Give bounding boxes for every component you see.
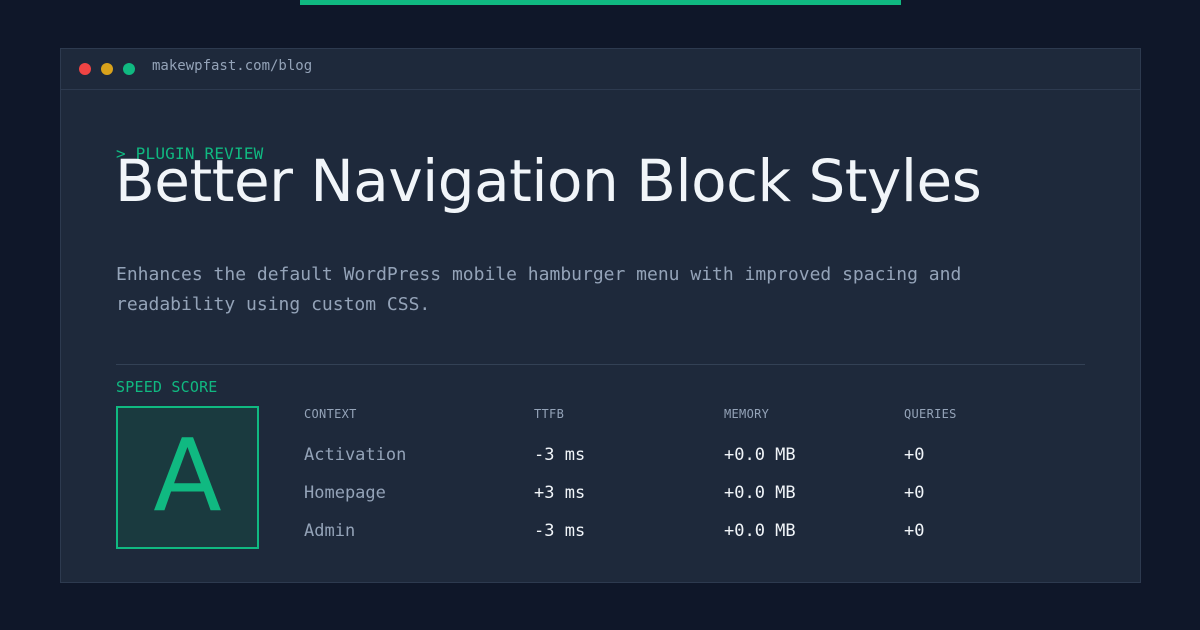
maximize-dot-icon: [123, 63, 135, 75]
close-dot-icon: [79, 63, 91, 75]
row-memory: +0.0 MB: [724, 521, 796, 541]
post-title: Better Navigation Block Styles: [115, 147, 982, 215]
row-ttfb: +3 ms: [534, 483, 586, 503]
row-queries: +0: [904, 445, 925, 465]
column-header-context: CONTEXT: [304, 407, 357, 421]
minimize-dot-icon: [101, 63, 113, 75]
row-memory: +0.0 MB: [724, 445, 796, 465]
row-context: Admin: [304, 521, 356, 541]
section-divider: [116, 364, 1085, 365]
row-ttfb: -3 ms: [534, 521, 586, 541]
row-context: Homepage: [304, 483, 386, 503]
speed-score-label: SPEED SCORE: [116, 378, 218, 396]
url-text: makewpfast.com/blog: [152, 58, 313, 74]
window-titlebar: makewpfast.com/blog: [61, 49, 1140, 90]
row-ttfb: -3 ms: [534, 445, 586, 465]
row-queries: +0: [904, 521, 925, 541]
row-context: Activation: [304, 445, 407, 465]
column-header-queries: QUERIES: [904, 407, 957, 421]
column-header-memory: MEMORY: [724, 407, 770, 421]
browser-window: makewpfast.com/blog > PLUGIN REVIEW Bett…: [60, 48, 1141, 583]
speed-grade-letter: A: [153, 417, 222, 534]
top-accent-bar: [300, 0, 901, 5]
speed-grade-badge: A: [116, 406, 259, 549]
post-description: Enhances the default WordPress mobile ha…: [116, 264, 962, 315]
row-memory: +0.0 MB: [724, 483, 796, 503]
row-queries: +0: [904, 483, 925, 503]
column-header-ttfb: TTFB: [534, 407, 565, 421]
